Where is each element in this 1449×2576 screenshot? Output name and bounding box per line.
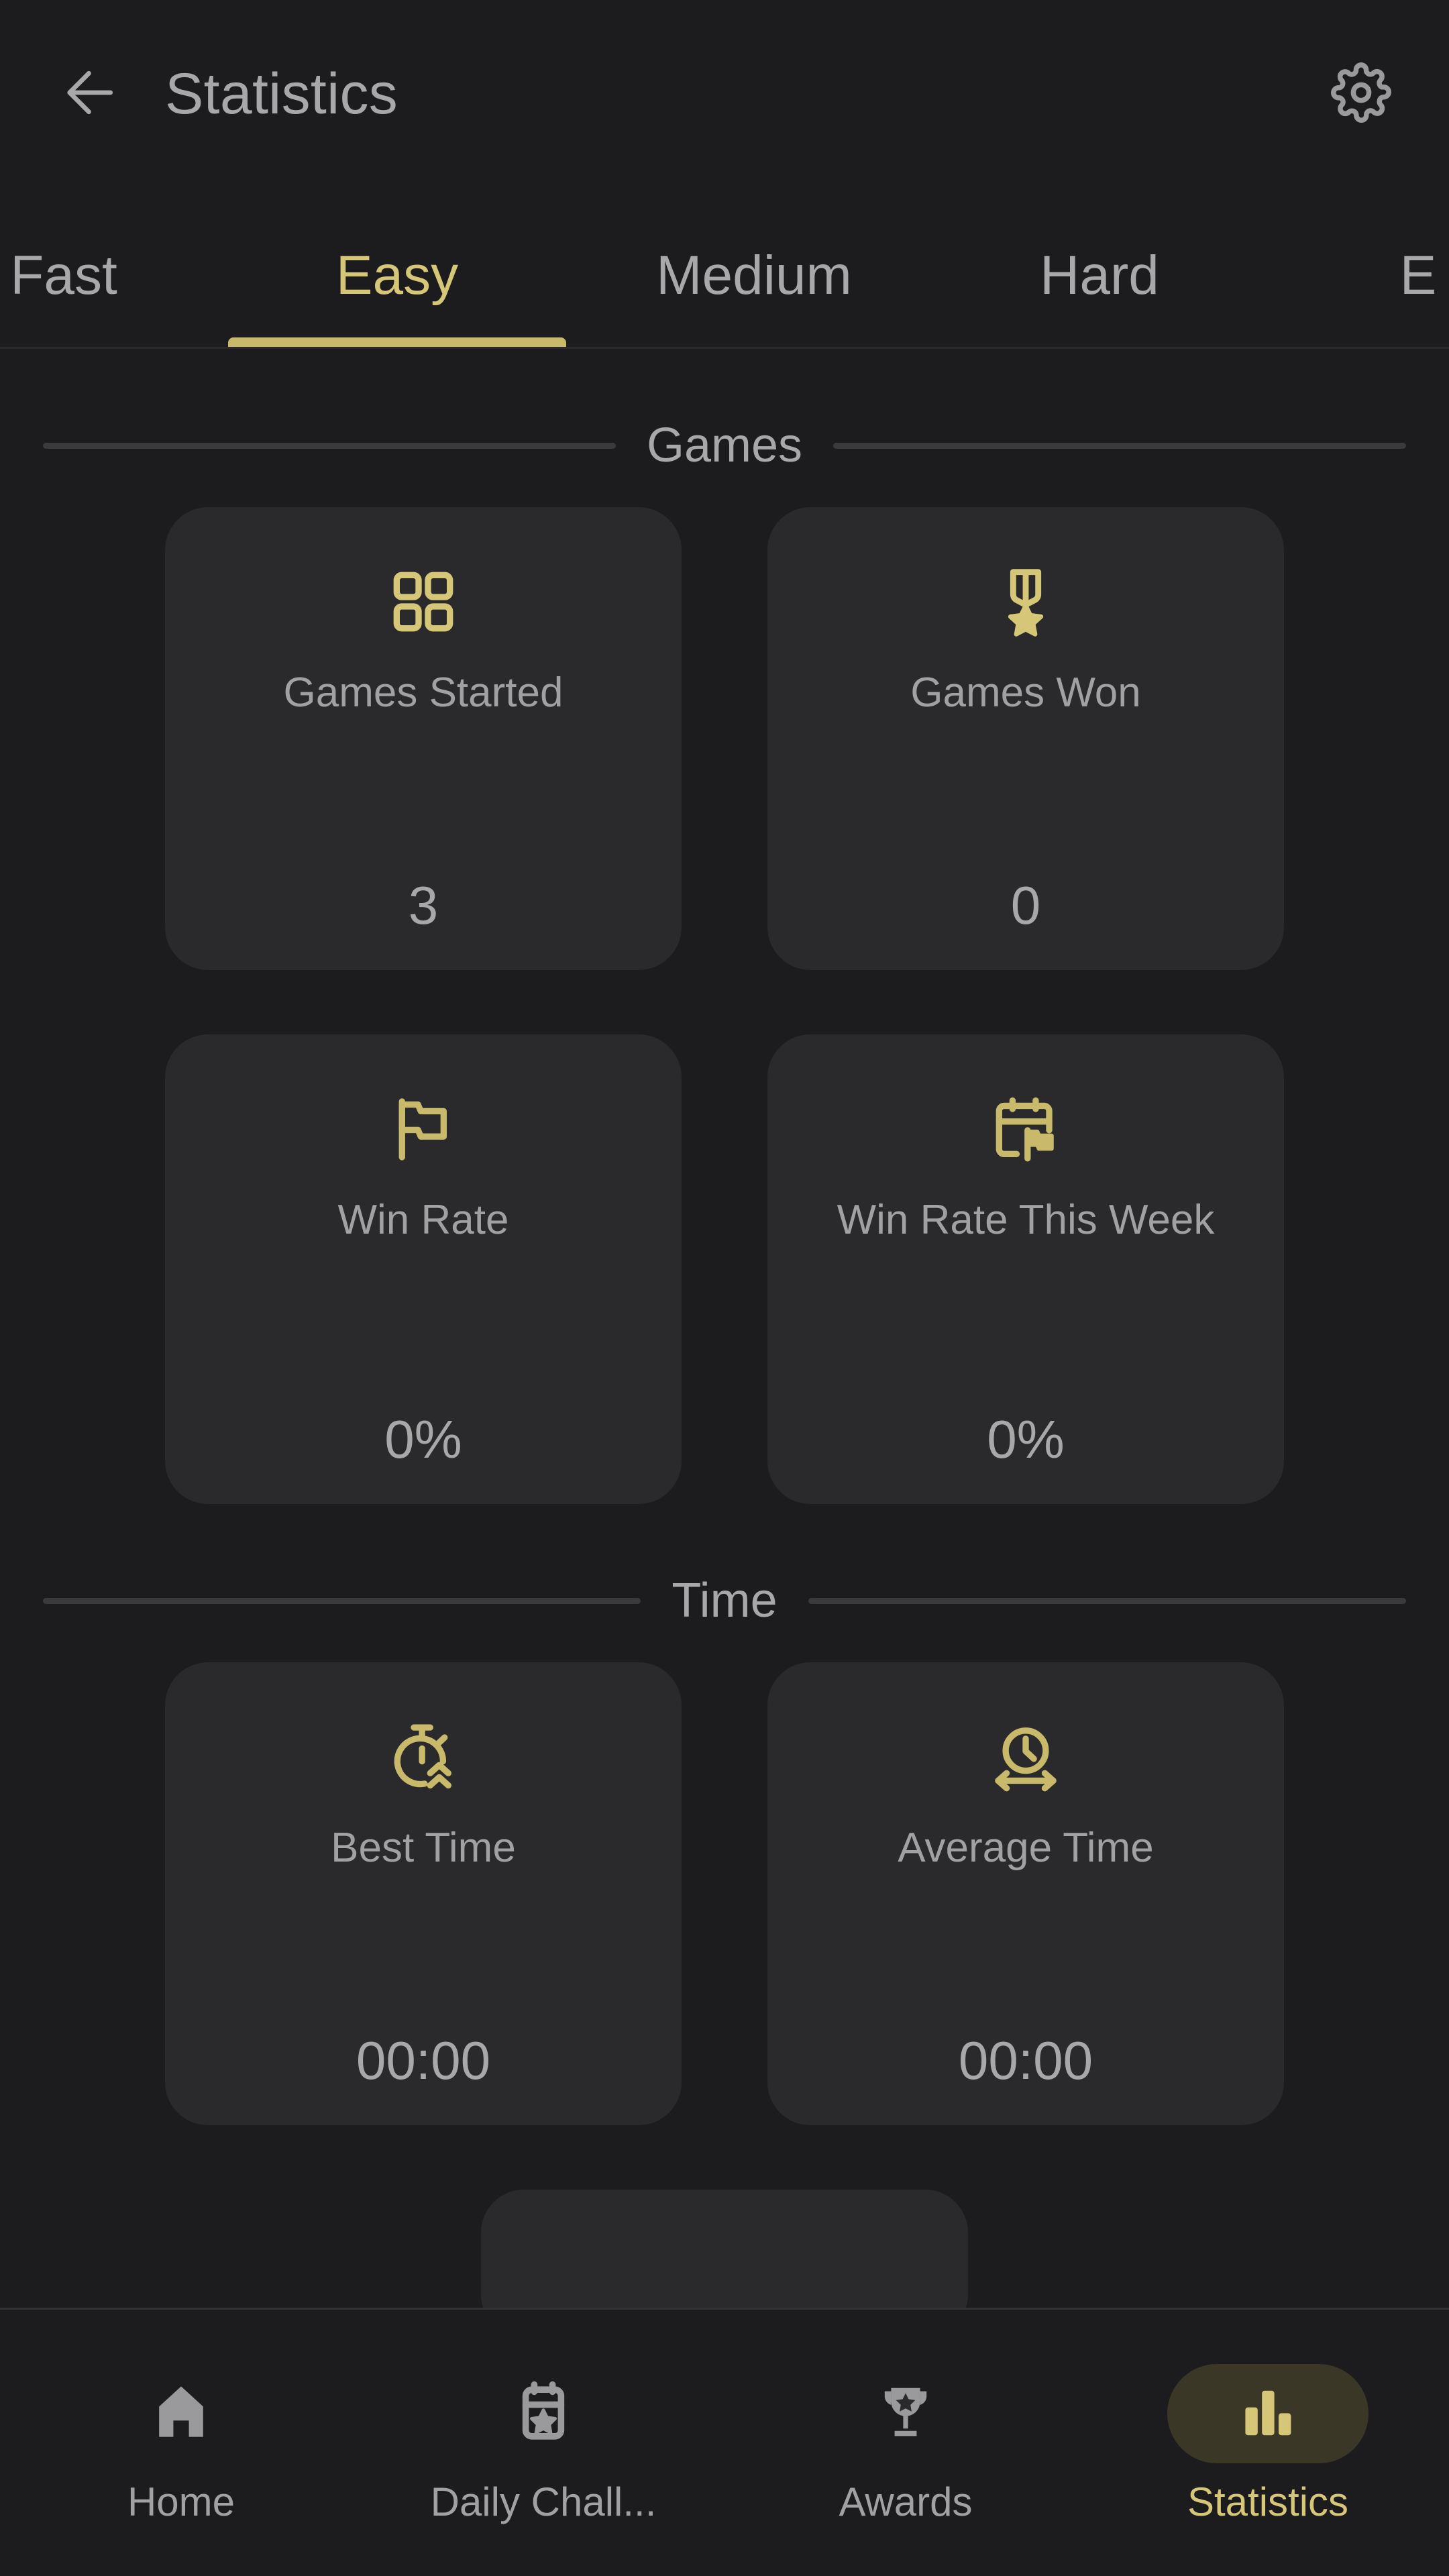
nav-item-awards[interactable]: Awards xyxy=(724,2364,1087,2522)
settings-button[interactable] xyxy=(1318,50,1405,138)
stopwatch-fast-icon xyxy=(386,1707,461,1807)
tab-medium[interactable]: Medium xyxy=(566,188,942,347)
stat-card-games-started[interactable]: Games Started 3 xyxy=(165,507,682,970)
stat-card-label: Games Won xyxy=(910,669,1141,716)
stats-row-partial xyxy=(165,2190,1284,2308)
tab-fast[interactable]: Fast xyxy=(0,188,228,347)
back-button[interactable] xyxy=(44,47,138,141)
section-header-games: Games xyxy=(43,419,1407,472)
stat-card-value: 0% xyxy=(987,1409,1065,1469)
stat-card-average-time[interactable]: Average Time 00:00 xyxy=(767,1662,1284,2125)
stat-card-partial[interactable] xyxy=(481,2190,968,2308)
nav-item-label: Daily Chall... xyxy=(430,2479,657,2524)
stats-row: Best Time 00:00 Average Time 00:00 xyxy=(165,1662,1284,2125)
home-icon xyxy=(149,2379,213,2447)
stat-card-value: 00:00 xyxy=(958,2031,1093,2090)
nav-pill xyxy=(80,2364,282,2463)
statistics-screen: Statistics Fast Easy Medium Hard E Games… xyxy=(0,0,1449,2576)
nav-pill xyxy=(443,2364,644,2463)
arrow-left-icon xyxy=(62,64,120,125)
section-title: Games xyxy=(646,419,803,472)
section-title: Time xyxy=(672,1574,777,1627)
stat-card-value: 0 xyxy=(1010,875,1041,935)
bar-chart-icon xyxy=(1236,2379,1300,2447)
bottom-navigation-bar: Home Daily Chall... Awards Statistics xyxy=(0,2308,1449,2576)
nav-item-label: Home xyxy=(127,2479,235,2524)
section-header-time: Time xyxy=(43,1574,1407,1627)
tab-hard[interactable]: Hard xyxy=(942,188,1257,347)
trophy-icon xyxy=(873,2379,938,2447)
nav-item-label: Statistics xyxy=(1187,2479,1349,2524)
stat-card-label: Win Rate This Week xyxy=(837,1197,1215,1243)
stats-scroll-area[interactable]: Games Games Started 3 Games Won 0 Win Ra… xyxy=(0,349,1449,2308)
tab-label: Hard xyxy=(1040,245,1159,306)
stats-row: Games Started 3 Games Won 0 xyxy=(165,507,1284,970)
stat-card-label: Win Rate xyxy=(337,1197,509,1243)
page-title: Statistics xyxy=(165,61,398,126)
calendar-star-icon xyxy=(511,2379,576,2447)
divider-line-right xyxy=(808,1597,1407,1604)
calendar-flag-icon xyxy=(988,1079,1063,1179)
flag-clock-icon xyxy=(690,2299,759,2308)
stat-card-best-time[interactable]: Best Time 00:00 xyxy=(165,1662,682,2125)
grid-four-squares-icon xyxy=(386,551,461,652)
stat-card-win-rate[interactable]: Win Rate 0% xyxy=(165,1034,682,1504)
tab-underline-active xyxy=(228,337,566,347)
divider-line-left xyxy=(43,442,616,449)
stat-card-label: Best Time xyxy=(331,1825,516,1871)
tab-label: Easy xyxy=(335,245,459,306)
stat-card-value: 0% xyxy=(384,1409,462,1469)
difficulty-tab-strip[interactable]: Fast Easy Medium Hard E xyxy=(0,188,1449,347)
app-bar: Statistics xyxy=(0,0,1449,188)
tab-label: E xyxy=(1399,245,1437,306)
flag-icon xyxy=(386,1079,461,1179)
nav-item-home[interactable]: Home xyxy=(0,2364,362,2522)
stat-card-label: Average Time xyxy=(898,1825,1154,1871)
medal-icon xyxy=(988,551,1063,652)
difficulty-tab-bar[interactable]: Fast Easy Medium Hard E xyxy=(0,188,1449,349)
divider-line-left xyxy=(43,1597,641,1604)
nav-pill-active xyxy=(1167,2363,1368,2463)
stat-card-value: 3 xyxy=(408,875,439,935)
clock-span-icon xyxy=(988,1707,1063,1807)
gear-icon xyxy=(1331,62,1391,126)
stat-card-label: Games Started xyxy=(283,669,564,716)
nav-pill xyxy=(805,2364,1006,2463)
nav-item-statistics[interactable]: Statistics xyxy=(1087,2363,1449,2524)
stats-row: Win Rate 0% Win Rate This Week 0% xyxy=(165,1034,1284,1504)
stat-card-games-won[interactable]: Games Won 0 xyxy=(767,507,1284,970)
tab-easy[interactable]: Easy xyxy=(228,188,566,347)
tab-label: Fast xyxy=(10,245,117,306)
divider-line-right xyxy=(833,442,1407,449)
tab-label: Medium xyxy=(656,245,852,306)
nav-item-label: Awards xyxy=(839,2479,973,2524)
stat-card-value: 00:00 xyxy=(356,2031,491,2090)
tab-expert[interactable]: E xyxy=(1257,188,1449,347)
nav-item-daily-challenge[interactable]: Daily Chall... xyxy=(362,2364,724,2522)
stat-card-win-rate-this-week[interactable]: Win Rate This Week 0% xyxy=(767,1034,1284,1504)
